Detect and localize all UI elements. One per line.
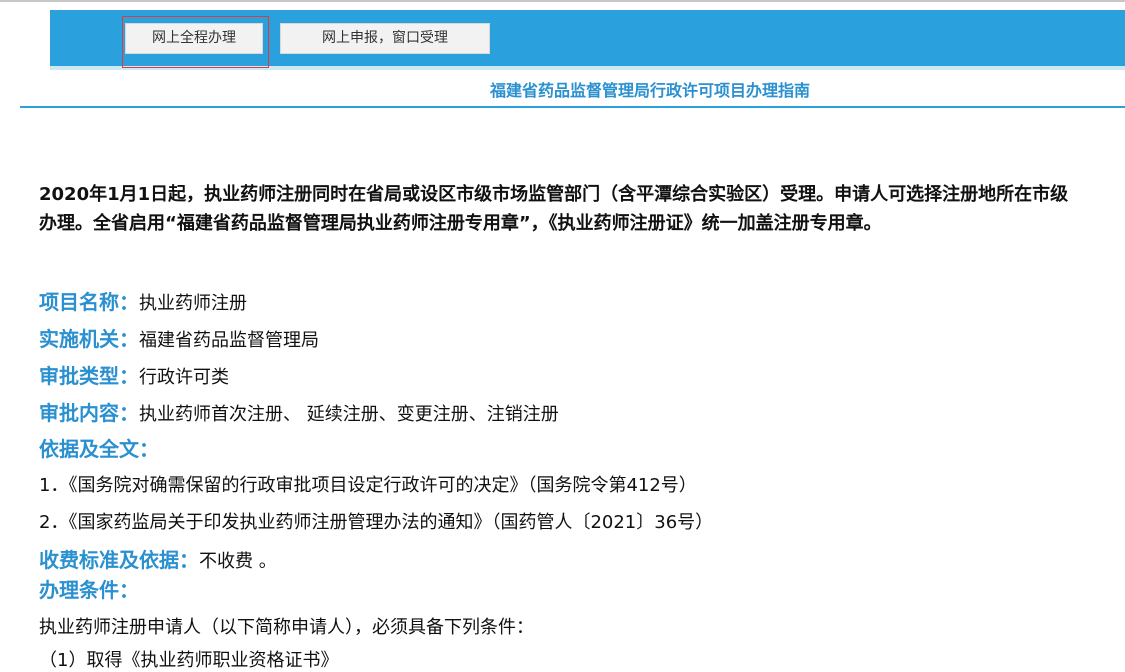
tab-online-full-process[interactable]: 网上全程办理 (125, 23, 263, 54)
basis-label: 依据及全文： (39, 437, 159, 461)
approval-type-label: 审批类型： (39, 364, 139, 388)
authority-value: 福建省药品监督管理局 (139, 330, 319, 351)
tab-bar-shadow (50, 66, 1125, 70)
project-name-value: 执业药师注册 (139, 293, 247, 314)
notice-line-2: 办理。全省启用“福建省药品监督管理局执业药师注册专用章”，《执业药师注册证》统一… (39, 213, 882, 234)
basis-item-1: 1．《国务院对确需保留的行政审批项目设定行政许可的决定》（国务院令第412号） (39, 475, 697, 496)
fee-value: 不收费 。 (199, 551, 277, 572)
notice-line-1: 2020年1月1日起，执业药师注册同时在省局或设区市级市场监管部门（含平潭综合实… (39, 184, 1069, 205)
field-authority: 实施机关：福建省药品监督管理局 (39, 323, 319, 352)
conditions-item-1: （1）取得《执业药师职业资格证书》 (39, 650, 339, 671)
approval-content-value: 执业药师首次注册、 延续注册、变更注册、注销注册 (139, 404, 559, 425)
field-fee: 收费标准及依据：不收费 。 (39, 544, 277, 573)
approval-content-label: 审批内容： (39, 401, 139, 425)
approval-type-value: 行政许可类 (139, 367, 229, 388)
field-basis: 依据及全文： (39, 433, 159, 462)
conditions-intro: 执业药师注册申请人（以下简称申请人），必须具备下列条件： (39, 617, 534, 638)
conditions-label: 办理条件： (39, 578, 139, 602)
project-name-label: 项目名称： (39, 290, 139, 314)
field-project-name: 项目名称：执业药师注册 (39, 286, 247, 315)
tab-online-apply-window-accept[interactable]: 网上申报，窗口受理 (280, 23, 490, 54)
top-border-line (0, 0, 1125, 2)
authority-label: 实施机关： (39, 327, 139, 351)
field-approval-content: 审批内容：执业药师首次注册、 延续注册、变更注册、注销注册 (39, 397, 559, 426)
field-approval-type: 审批类型：行政许可类 (39, 360, 229, 389)
basis-item-2: 2．《国家药监局关于印发执业药师注册管理办法的通知》（国药管人〔2021〕36号… (39, 512, 714, 533)
fee-label: 收费标准及依据： (39, 548, 199, 572)
title-divider (20, 106, 1125, 108)
page-title: 福建省药品监督管理局行政许可项目办理指南 (489, 81, 810, 100)
field-conditions: 办理条件： (39, 574, 139, 603)
notice-paragraph: 2020年1月1日起，执业药师注册同时在省局或设区市级市场监管部门（含平潭综合实… (39, 180, 1125, 238)
